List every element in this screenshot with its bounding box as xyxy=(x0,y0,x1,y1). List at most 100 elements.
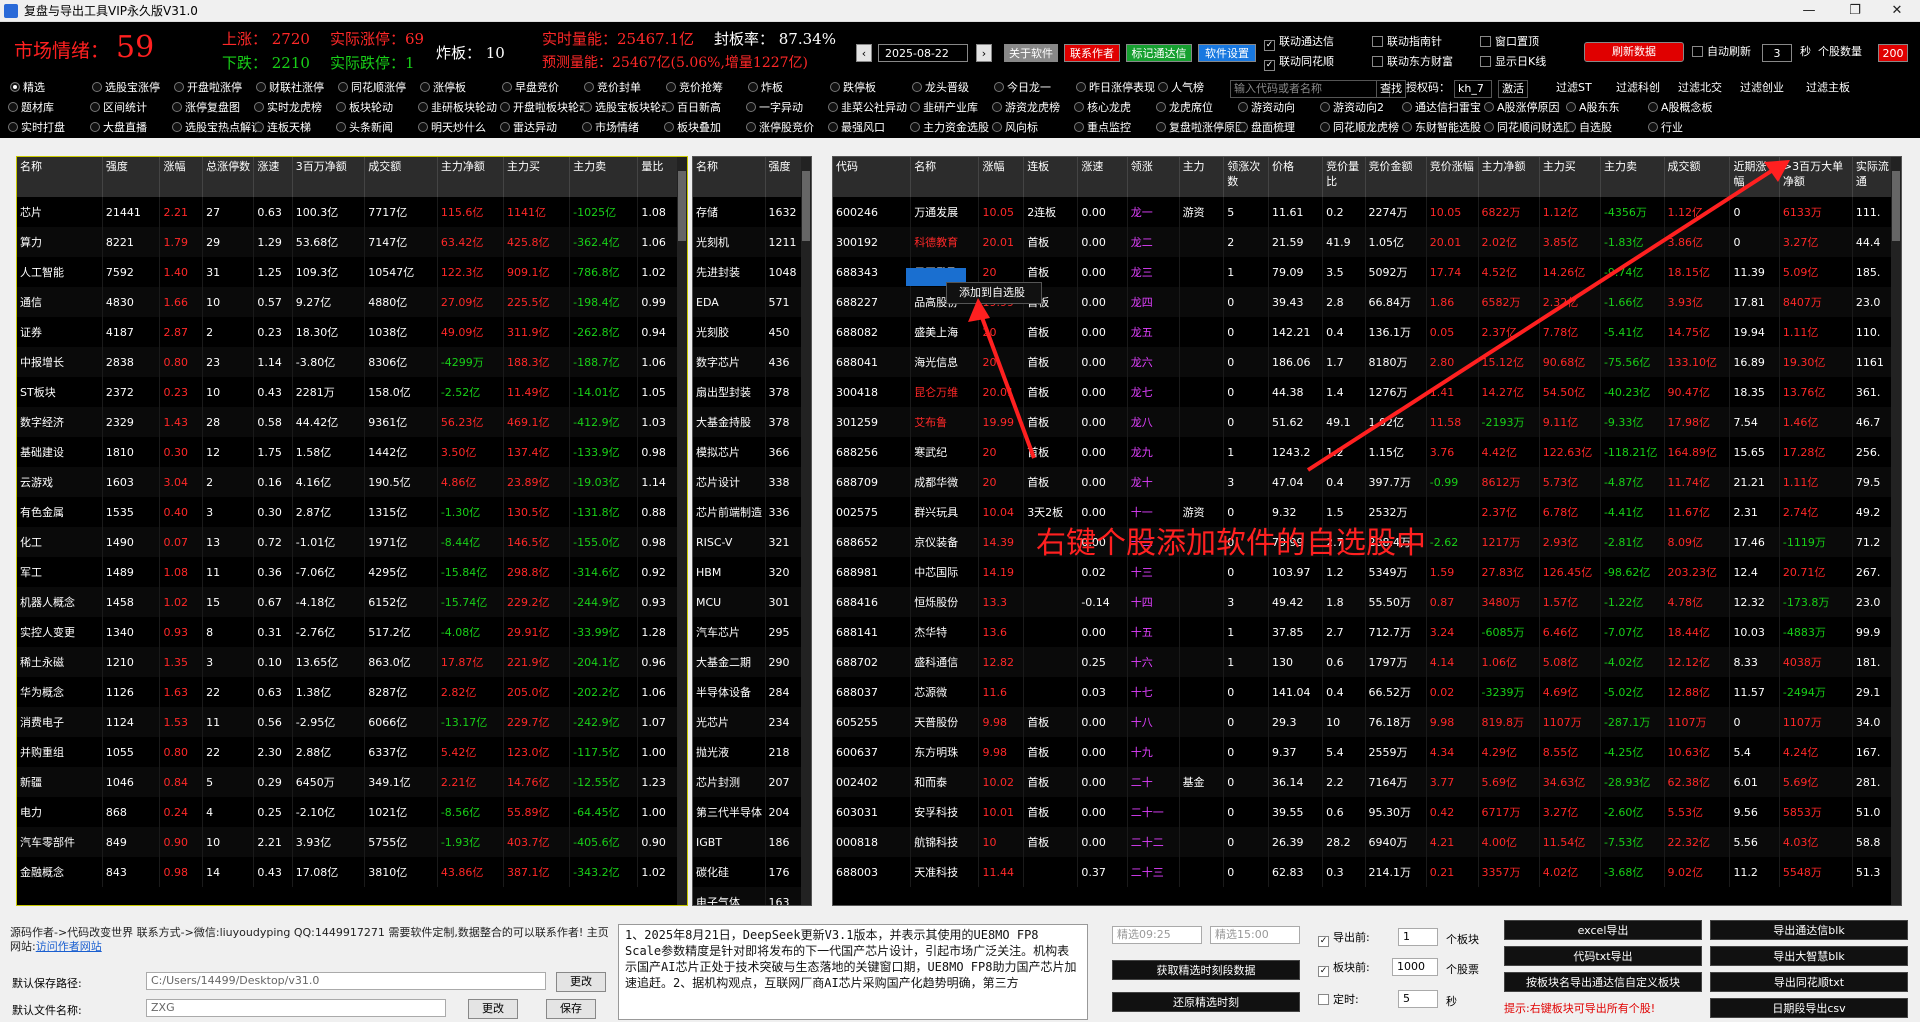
table-row[interactable]: 芯片 21441 2.21 27 0.63 100.3亿 7717亿 115.6亿 1141亿 -… xyxy=(17,197,679,227)
column-header[interactable]: 涨速 xyxy=(253,157,293,197)
table-row[interactable]: 数字经济 2329 1.43 28 0.58 44.42亿 9361亿 56.23亿 469.1… xyxy=(17,407,679,437)
board-before-checkbox[interactable]: ✓ 板块前: xyxy=(1318,960,1370,977)
column-header[interactable]: 主力净额 xyxy=(437,157,504,197)
table-row[interactable]: HBM 320 xyxy=(693,557,804,587)
filter-cy[interactable]: 过滤创业 xyxy=(1740,80,1784,96)
table-row[interactable]: 688037 芯源微 11.6 0.03 十七 0 141.04 0.4 66.52万 0.02-… xyxy=(833,677,1894,707)
table-row[interactable]: 000818 航锦科技 10 首板 0.00 二十二 0 26.39 28.2 6940万 4.21… xyxy=(833,827,1894,857)
column-header[interactable]: 代码 xyxy=(833,157,912,197)
auto-refresh-checkbox[interactable]: 自动刷新 xyxy=(1692,44,1751,60)
column-header[interactable]: 近期涨幅 xyxy=(1729,157,1780,197)
column-header[interactable]: 主力净额 xyxy=(1478,157,1540,197)
table-row[interactable]: 光芯片 234 xyxy=(693,707,804,737)
table-row[interactable]: 通信 4830 1.66 10 0.57 9.27亿 4880亿 27.09亿 225.5亿 -1… xyxy=(17,287,679,317)
table-row[interactable]: 云游戏 1603 3.04 2 0.16 4.16亿 190.5亿 4.86亿 23.89亿 -1… xyxy=(17,467,679,497)
filter-kc[interactable]: 过滤科创 xyxy=(1616,80,1660,96)
table-row[interactable]: 模拟芯片 366 xyxy=(693,437,804,467)
table-row[interactable]: 688256 寒武纪 20 首板 0.00 龙九 1 1243.2 1.2 1.15亿 3.76 4.… xyxy=(833,437,1894,467)
search-button[interactable]: 查找 xyxy=(1376,80,1406,98)
column-header[interactable]: 主力买 xyxy=(1539,157,1601,197)
column-header[interactable]: 领涨 xyxy=(1127,157,1180,197)
table-row[interactable]: 芯片设计 338 xyxy=(693,467,804,497)
table-row[interactable]: RISC-V 321 xyxy=(693,527,804,557)
table-row[interactable]: 碳化硅 176 xyxy=(693,857,804,887)
tab-row2-20[interactable]: A股概念板 xyxy=(1648,100,1713,116)
tab-row1-7[interactable]: 竞价封单 xyxy=(584,80,641,96)
column-header[interactable]: 竞价金额 xyxy=(1365,157,1427,197)
tab-row2-1[interactable]: 区间统计 xyxy=(90,100,147,116)
tab-row1-11[interactable]: 龙头晋级 xyxy=(912,80,969,96)
column-header[interactable]: 名称 xyxy=(910,157,980,197)
tab-row2-13[interactable]: 核心龙虎 xyxy=(1074,100,1131,116)
tab-row1-8[interactable]: 竞价抢筹 xyxy=(666,80,723,96)
tab-row3-12[interactable]: 风向标 xyxy=(992,120,1038,136)
stock-scrollbar[interactable] xyxy=(1891,157,1901,905)
table-row[interactable]: 军工 1489 1.08 11 0.36 -7.06亿 4295亿 -15.84亿 298.8亿… xyxy=(17,557,679,587)
timer-input[interactable]: 5 xyxy=(1398,990,1438,1008)
table-row[interactable]: 稀土永磁 1210 1.35 3 0.10 13.65亿 863.0亿 17.87亿 221.9… xyxy=(17,647,679,677)
tab-row3-10[interactable]: 最强风口 xyxy=(828,120,885,136)
tab-row3-6[interactable]: 雷达异动 xyxy=(500,120,557,136)
table-row[interactable]: 消费电子 1124 1.53 11 0.56 -2.95亿 6066亿 -13.17亿 229.… xyxy=(17,707,679,737)
table-row[interactable]: 汽车芯片 295 xyxy=(693,617,804,647)
tab-row1-9[interactable]: 炸板 xyxy=(748,80,783,96)
tab-row1-1[interactable]: 选股宝涨停 xyxy=(92,80,160,96)
tab-row1-3[interactable]: 财联社涨停 xyxy=(256,80,324,96)
tab-row2-18[interactable]: A股涨停原因 xyxy=(1484,100,1560,116)
table-row[interactable]: 电力 868 0.24 4 0.25 -2.10亿 1021亿 -8.56亿 55.89亿 -64… xyxy=(17,797,679,827)
column-header[interactable]: 主力买 xyxy=(503,157,571,197)
table-row[interactable]: 算力 8221 1.79 29 1.29 53.68亿 7147亿 63.42亿 425.8亿 -… xyxy=(17,227,679,257)
minimize-icon[interactable]: — xyxy=(1786,0,1832,22)
table-row[interactable]: ST板块 2372 0.23 10 0.43 2281万 158.0亿 -2.52亿 11.49… xyxy=(17,377,679,407)
column-header[interactable]: 主力卖 xyxy=(569,157,639,197)
save-button[interactable]: 保存 xyxy=(546,999,596,1019)
file-name-input[interactable]: ZXG xyxy=(146,999,446,1017)
table-row[interactable]: IGBT 186 xyxy=(693,827,804,857)
export-csv-range-button[interactable]: 日期段导出csv xyxy=(1710,998,1908,1018)
tab-row3-0[interactable]: 实时打盘 xyxy=(8,120,65,136)
table-row[interactable]: 600246 万通发展 10.05 2连板 0.00 龙一 游资 5 11.61 0.2 2274万… xyxy=(833,197,1894,227)
tab-row2-5[interactable]: 韭研板块轮动 xyxy=(418,100,497,116)
table-row[interactable]: 688003 天准科技 11.44 0.37 二十三 0 62.83 0.3 214.1万 0.2… xyxy=(833,857,1894,887)
tab-row1-4[interactable]: 同花顺涨停 xyxy=(338,80,406,96)
link-dfcf-checkbox[interactable]: 联动东方财富 xyxy=(1372,54,1453,70)
filter-st[interactable]: 过滤ST xyxy=(1556,80,1592,96)
table-row[interactable]: 300418 昆仑万维 20.01 首板 0.00 龙七 0 44.38 1.4 1276万 1.4… xyxy=(833,377,1894,407)
tab-row3-5[interactable]: 明天炒什么 xyxy=(418,120,486,136)
table-row[interactable]: 人工智能 7592 1.40 31 1.25 109.3亿 10547亿 122.3亿 909.… xyxy=(17,257,679,287)
tab-row2-10[interactable]: 韭菜公社异动 xyxy=(828,100,907,116)
table-row[interactable]: 金融概念 843 0.98 14 0.43 17.08亿 3810亿 43.86亿 387.1亿… xyxy=(17,857,679,887)
table-row[interactable]: 电子气体 163 xyxy=(693,887,804,905)
tab-row1-6[interactable]: 早盘竞价 xyxy=(502,80,559,96)
tab-row1-0[interactable]: 精选 xyxy=(10,80,45,96)
tab-row2-2[interactable]: 涨停复盘图 xyxy=(172,100,240,116)
contact-author-button[interactable]: 联系作者 xyxy=(1064,44,1120,62)
table-row[interactable]: EDA 571 xyxy=(693,287,804,317)
tab-row3-17[interactable]: 东财智能选股 xyxy=(1402,120,1481,136)
table-row[interactable]: 002402 和而泰 10.02 首板 0.00 二十 基金 0 36.14 2.2 7164万 3.… xyxy=(833,767,1894,797)
column-header[interactable]: 价格 xyxy=(1268,157,1324,197)
table-row[interactable]: 基础建设 1810 0.30 12 1.75 1.58亿 1442亿 3.50亿 137.4亿 -… xyxy=(17,437,679,467)
table-row[interactable]: 实控人变更 1340 0.93 8 0.31 -2.76亿 517.2亿 -4.08亿 29.9… xyxy=(17,617,679,647)
table-row[interactable]: MCU 301 xyxy=(693,587,804,617)
table-row[interactable]: 600637 东方明珠 9.98 首板 0.00 十九 0 9.37 5.4 2559万 4.34 4… xyxy=(833,737,1894,767)
column-header[interactable]: 总涨停数 xyxy=(202,157,255,197)
table-row[interactable]: 扇出型封装 378 xyxy=(693,377,804,407)
link-ths-checkbox[interactable]: ✓ 联动同花顺 xyxy=(1264,54,1334,71)
tab-row1-12[interactable]: 今日龙一 xyxy=(994,80,1051,96)
table-row[interactable]: 化工 1490 0.07 13 0.72 -1.01亿 1971亿 -8.44亿 146.5亿 -… xyxy=(17,527,679,557)
news-text-area[interactable]: 1、2025年8月21日，DeepSeek更新V3.1版本，并表示其使用的UE8… xyxy=(618,924,1088,1020)
table-row[interactable]: 大基金二期 290 xyxy=(693,647,804,677)
column-header[interactable]: 涨幅 xyxy=(978,157,1025,197)
column-header[interactable]: 涨速 xyxy=(1077,157,1128,197)
tab-row3-19[interactable]: 自选股 xyxy=(1566,120,1612,136)
tab-row2-3[interactable]: 实时龙虎榜 xyxy=(254,100,322,116)
column-header[interactable]: 涨幅 xyxy=(159,157,204,197)
column-header[interactable]: 成交额 xyxy=(1664,157,1731,197)
table-row[interactable]: 688041 海光信息 20 首板 0.00 龙六 0 186.06 1.7 8180万 2.80 1… xyxy=(833,347,1894,377)
board-before-input[interactable]: 1000 xyxy=(1392,958,1438,976)
tab-row1-5[interactable]: 涨停板 xyxy=(420,80,466,96)
column-header[interactable]: 成交额 xyxy=(364,157,438,197)
tab-row3-3[interactable]: 连板天梯 xyxy=(254,120,311,136)
show-kline-checkbox[interactable]: 显示日K线 xyxy=(1480,54,1546,70)
